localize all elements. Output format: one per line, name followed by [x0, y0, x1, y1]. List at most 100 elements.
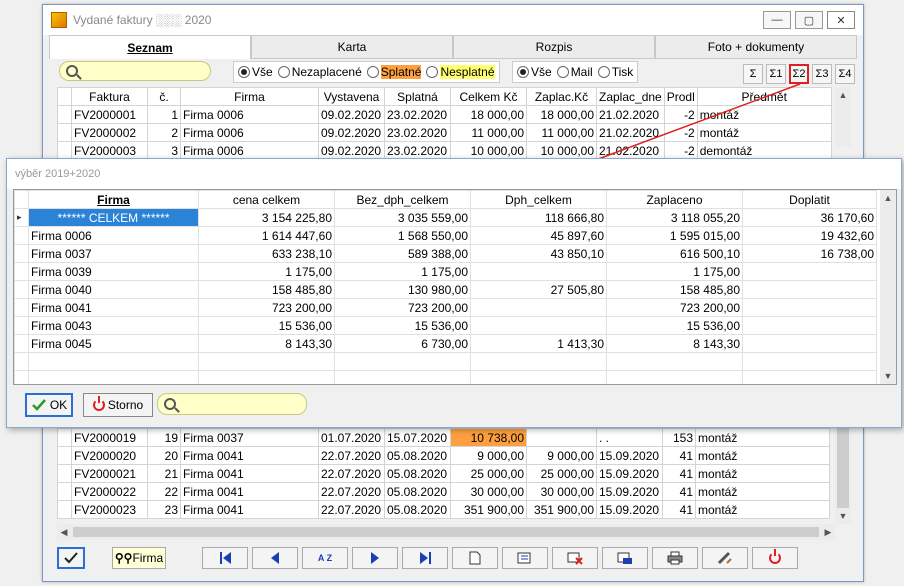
- summary-row[interactable]: Firma 0040 158 485,80 130 980,00 27 505,80 1…: [14, 280, 877, 299]
- sort-button[interactable]: A Z: [302, 547, 348, 569]
- print-button[interactable]: [652, 547, 698, 569]
- cell-cislo: 3: [147, 141, 181, 160]
- maximize-button[interactable]: ▢: [795, 11, 823, 29]
- summary-row[interactable]: ▸ ****** CELKEM ****** 3 154 225,80 3 035 5…: [14, 208, 877, 227]
- row-indicator: [57, 123, 72, 142]
- tools-button[interactable]: [702, 547, 748, 569]
- cell-bez-dph: 6 730,00: [334, 334, 471, 353]
- bottom-toolbar: ⚲⚲ Firma A Z: [57, 545, 847, 575]
- col-cena-celkem[interactable]: cena celkem: [198, 190, 335, 209]
- col-faktura[interactable]: Faktura: [71, 87, 148, 106]
- col-dph[interactable]: Dph_celkem: [470, 190, 607, 209]
- exit-button[interactable]: [752, 547, 798, 569]
- cell-cislo: 21: [147, 464, 181, 483]
- cell-firma: Firma 0006: [180, 105, 319, 124]
- cell-doplatit: [742, 280, 877, 299]
- search-input[interactable]: [59, 61, 211, 81]
- title-bar: Vydané faktury ░░░ 2020 — ▢ ✕: [43, 5, 863, 35]
- cell-bez-dph: 1 568 550,00: [334, 226, 471, 245]
- col-firma[interactable]: Firma: [180, 87, 319, 106]
- cell-cena-celkem: 158 485,80: [198, 280, 335, 299]
- dialog-title: výběr 2019+2020: [7, 159, 901, 189]
- summary-row[interactable]: Firma 0043 15 536,00 15 536,00 15 536,00: [14, 316, 877, 335]
- tab-rozpis[interactable]: Rozpis: [453, 35, 655, 59]
- table-row[interactable]: FV2000023 23 Firma 0041 22.07.2020 05.08.202…: [57, 500, 830, 519]
- table-row[interactable]: FV2000019 19 Firma 0037 01.07.2020 15.07.202…: [57, 428, 830, 447]
- col-vystavena[interactable]: Vystavena: [318, 87, 385, 106]
- last-record-button[interactable]: [402, 547, 448, 569]
- tab-seznam[interactable]: Seznam: [49, 35, 251, 59]
- row-indicator: ▸: [14, 208, 29, 227]
- status-notdue-radio[interactable]: Nesplatné: [425, 65, 495, 79]
- col-bez-dph[interactable]: Bez_dph_celkem: [334, 190, 471, 209]
- send-print-radio[interactable]: Tisk: [597, 65, 635, 79]
- row-indicator: [57, 500, 72, 519]
- cell-firma: Firma 0037: [28, 244, 199, 263]
- power-icon: [92, 396, 105, 411]
- table-row[interactable]: FV2000022 22 Firma 0041 22.07.2020 05.08.202…: [57, 482, 830, 501]
- cell-dph: [470, 298, 607, 317]
- cell-firma: Firma 0039: [28, 262, 199, 281]
- send-all-radio[interactable]: Vše: [516, 65, 553, 79]
- cell-vystavena: 09.02.2020: [318, 141, 385, 160]
- col-splatna[interactable]: Splatná: [384, 87, 451, 106]
- tab-karta[interactable]: Karta: [251, 35, 453, 59]
- next-record-button[interactable]: [352, 547, 398, 569]
- edit-record-button[interactable]: [502, 547, 548, 569]
- lower-scrollbar[interactable]: ▼: [835, 428, 851, 524]
- delete-record-button[interactable]: [552, 547, 598, 569]
- close-button[interactable]: ✕: [827, 11, 855, 29]
- summary-row[interactable]: Firma 0045 8 143,30 6 730,00 1 413,30 8 143,…: [14, 334, 877, 353]
- summary-row[interactable]: Firma 0006 1 614 447,60 1 568 550,00 45 897…: [14, 226, 877, 245]
- sum3-button[interactable]: Σ3: [812, 64, 832, 84]
- status-due-radio[interactable]: Splatné: [366, 65, 423, 79]
- cell-predmet: montáž: [695, 500, 830, 519]
- first-record-button[interactable]: [202, 547, 248, 569]
- col-zaplaceno[interactable]: Zaplaceno: [606, 190, 743, 209]
- row-indicator: [57, 446, 72, 465]
- cell-zaplaceno: 3 118 055,20: [606, 208, 743, 227]
- find-firma-button[interactable]: ⚲⚲ Firma: [112, 547, 166, 569]
- invoice-table-lower: FV2000019 19 Firma 0037 01.07.2020 15.07.202…: [57, 428, 830, 519]
- status-all-radio[interactable]: Vše: [237, 65, 274, 79]
- cell-cislo: 23: [147, 500, 181, 519]
- ok-button[interactable]: OK: [25, 393, 73, 417]
- col-doplatit[interactable]: Doplatit: [742, 190, 877, 209]
- cell-dph: 27 505,80: [470, 280, 607, 299]
- table-row[interactable]: FV2000021 21 Firma 0041 22.07.2020 05.08.202…: [57, 464, 830, 483]
- col-firma[interactable]: Firma: [28, 190, 199, 209]
- cell-zaplac-dne: . .: [596, 428, 663, 447]
- send-mail-radio[interactable]: Mail: [556, 65, 594, 79]
- status-unpaid-radio[interactable]: Nezaplacené: [277, 65, 363, 79]
- summary-row[interactable]: Firma 0037 633 238,10 589 388,00 43 850,10 6…: [14, 244, 877, 263]
- col-celkem[interactable]: Celkem Kč: [450, 87, 527, 106]
- storno-button[interactable]: Storno: [83, 393, 153, 417]
- checkmark-icon: [64, 552, 78, 564]
- cell-vystavena: 01.07.2020: [318, 428, 385, 447]
- cell-bez-dph: 1 175,00: [334, 262, 471, 281]
- copy-icon: [617, 552, 632, 564]
- tab-foto-dokumenty[interactable]: Foto + dokumenty: [655, 35, 857, 59]
- row-indicator: [14, 334, 29, 353]
- cell-cislo: 20: [147, 446, 181, 465]
- summary-row[interactable]: Firma 0041 723 200,00 723 200,00 723 200,00: [14, 298, 877, 317]
- cell-firma: Firma 0041: [180, 500, 319, 519]
- minimize-button[interactable]: —: [763, 11, 791, 29]
- sum4-button[interactable]: Σ4: [835, 64, 855, 84]
- new-record-button[interactable]: [452, 547, 498, 569]
- horizontal-scrollbar[interactable]: ◀ ▶: [57, 524, 835, 540]
- previous-record-button[interactable]: [252, 547, 298, 569]
- cell-cislo: 1: [147, 105, 181, 124]
- dialog-search-input[interactable]: [157, 393, 307, 415]
- col-cislo[interactable]: č.: [147, 87, 181, 106]
- main-scrollbar[interactable]: ▲: [835, 87, 851, 147]
- summary-row[interactable]: Firma 0039 1 175,00 1 175,00 1 175,00: [14, 262, 877, 281]
- summary-scrollbar[interactable]: ▲ ▼: [880, 190, 896, 384]
- cell-faktura: FV2000002: [71, 123, 148, 142]
- confirm-checkmark-button[interactable]: [57, 547, 85, 569]
- table-row[interactable]: FV2000020 20 Firma 0041 22.07.2020 05.08.202…: [57, 446, 830, 465]
- cell-zaplac: 30 000,00: [526, 482, 597, 501]
- cell-prodl: 41: [662, 464, 696, 483]
- previous-icon: [271, 552, 279, 564]
- copy-record-button[interactable]: [602, 547, 648, 569]
